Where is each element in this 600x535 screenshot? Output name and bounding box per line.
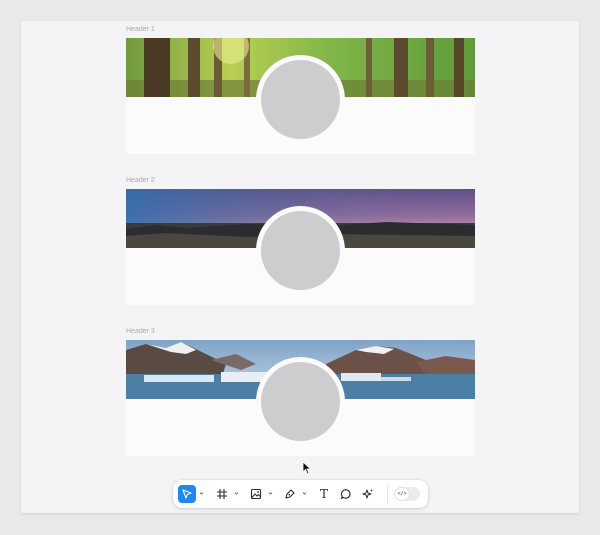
cursor-arrow-icon [182, 489, 192, 499]
frame-header-2[interactable] [126, 189, 475, 305]
bottom-toolbar: T </> [173, 480, 428, 508]
dev-mode-toggle[interactable]: </> [394, 487, 420, 501]
toolbar-divider [387, 485, 388, 503]
chevron-down-icon[interactable] [199, 491, 204, 496]
actions-tool-button[interactable] [359, 485, 377, 503]
text-icon: T [319, 487, 328, 501]
frame-tool-button[interactable] [213, 485, 231, 503]
frame-label-header-1[interactable]: Header 1 [126, 26, 155, 33]
frame-label-header-2[interactable]: Header 2 [126, 177, 155, 184]
hash-frame-icon [217, 489, 227, 499]
speech-bubble-icon [340, 489, 351, 500]
mouse-pointer-icon [302, 461, 312, 475]
avatar-placeholder[interactable] [261, 362, 340, 441]
frame-label-header-3[interactable]: Header 3 [126, 328, 155, 335]
pen-tool-button[interactable] [281, 485, 299, 503]
move-tool-button[interactable] [178, 485, 196, 503]
avatar-placeholder[interactable] [261, 211, 340, 290]
pen-nib-icon [285, 489, 295, 499]
frame-header-3[interactable] [126, 340, 475, 456]
image-icon [250, 488, 262, 500]
image-tool-button[interactable] [247, 485, 265, 503]
canvas-window: Header 1 Header 2 Header 3 T </> [21, 21, 579, 513]
text-tool-button[interactable]: T [315, 485, 333, 503]
chevron-down-icon[interactable] [234, 491, 239, 496]
sparkle-icon [362, 489, 373, 499]
avatar-placeholder[interactable] [261, 60, 340, 139]
chevron-down-icon[interactable] [268, 491, 273, 496]
code-icon: </> [395, 488, 409, 500]
comment-tool-button[interactable] [337, 485, 355, 503]
chevron-down-icon[interactable] [302, 491, 307, 496]
frame-header-1[interactable] [126, 38, 475, 154]
